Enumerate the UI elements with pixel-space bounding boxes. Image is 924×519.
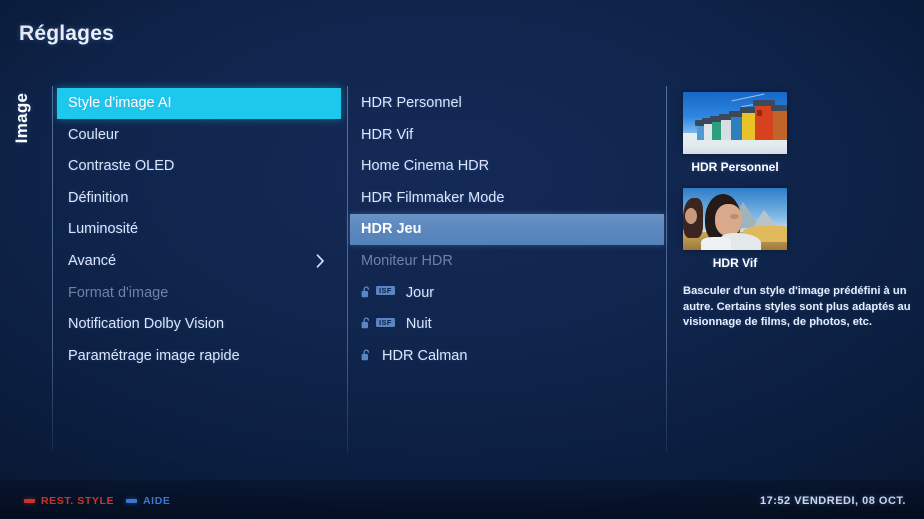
style-option-label: Moniteur HDR xyxy=(361,252,453,269)
preview-thumbnail-1: HDR Personnel xyxy=(683,92,908,174)
style-option-label: HDR Vif xyxy=(361,126,414,143)
footer-hint-label: REST. STYLE xyxy=(41,495,115,507)
menu-item-label: Notification Dolby Vision xyxy=(68,316,225,333)
lock-prefix xyxy=(361,349,371,361)
blue-key-icon xyxy=(126,499,137,503)
tv-settings-screen: Réglages Image Style d'image AI Couleur … xyxy=(0,0,924,519)
picture-style-list: HDR Personnel HDR Vif Home Cinema HDR HD… xyxy=(350,88,664,372)
page-title: Réglages xyxy=(19,22,114,45)
divider-left xyxy=(52,86,53,452)
style-option-nuit[interactable]: ISF Nuit xyxy=(350,309,664,340)
menu-item-style-image-ai[interactable]: Style d'image AI xyxy=(57,88,341,119)
footer-bar: REST. STYLE AIDE 17:52 VENDREDI, 08 OCT. xyxy=(0,480,924,519)
category-label-image: Image xyxy=(12,92,31,144)
footer-hint-reset-style[interactable]: REST. STYLE xyxy=(24,495,114,507)
menu-item-label: Style d'image AI xyxy=(68,95,172,111)
menu-item-luminosite[interactable]: Luminosité xyxy=(57,214,341,245)
beach-huts-photo xyxy=(683,92,787,154)
lock-isf-prefix: ISF xyxy=(361,285,395,298)
style-option-hdr-calman[interactable]: HDR Calman xyxy=(350,341,664,372)
preview-panel: HDR Personnel HDR Vif Basculer d'un styl… xyxy=(683,92,911,331)
style-option-home-cinema-hdr[interactable]: Home Cinema HDR xyxy=(350,151,664,182)
style-option-moniteur-hdr: Moniteur HDR xyxy=(350,246,664,277)
menu-item-avance[interactable]: Avancé xyxy=(57,246,341,277)
menu-item-notification-dolby-vision[interactable]: Notification Dolby Vision xyxy=(57,309,341,340)
menu-item-couleur[interactable]: Couleur xyxy=(57,120,341,151)
footer-hint-aide[interactable]: AIDE xyxy=(126,495,171,507)
menu-item-label: Paramétrage image rapide xyxy=(68,347,240,364)
style-option-label: Home Cinema HDR xyxy=(361,158,490,175)
style-option-hdr-jeu[interactable]: HDR Jeu xyxy=(350,214,664,246)
style-option-label: HDR Personnel xyxy=(361,95,462,111)
menu-item-label: Définition xyxy=(68,189,129,206)
unlock-icon xyxy=(361,349,371,361)
lock-isf-prefix: ISF xyxy=(361,317,395,329)
preview-thumbnail-2: HDR Vif xyxy=(683,188,908,270)
style-option-hdr-vif[interactable]: HDR Vif xyxy=(350,120,664,151)
preview-description: Basculer d'un style d'image prédéfini à … xyxy=(683,285,911,328)
style-option-label: Jour xyxy=(405,284,435,301)
preview-caption: HDR Personnel xyxy=(691,160,779,174)
divider-right xyxy=(666,86,667,452)
menu-item-definition[interactable]: Définition xyxy=(57,183,341,214)
clock: 17:52 VENDREDI, 08 OCT. xyxy=(760,495,906,507)
menu-item-label: Contraste OLED xyxy=(68,158,175,175)
menu-item-parametrage-image-rapide[interactable]: Paramétrage image rapide xyxy=(57,341,341,372)
style-option-label: HDR Calman xyxy=(382,347,468,364)
red-key-icon xyxy=(24,499,35,503)
menu-item-format-image: Format d'image xyxy=(57,278,341,309)
menu-item-contraste-oled[interactable]: Contraste OLED xyxy=(57,151,341,182)
style-option-label: HDR Filmmaker Mode xyxy=(361,189,505,206)
menu-item-label: Avancé xyxy=(68,252,117,269)
style-option-jour[interactable]: ISF Jour xyxy=(350,278,664,309)
menu-item-label: Luminosité xyxy=(68,221,139,238)
style-option-label: HDR Jeu xyxy=(361,221,422,238)
preview-caption: HDR Vif xyxy=(712,256,758,270)
style-option-hdr-filmmaker-mode[interactable]: HDR Filmmaker Mode xyxy=(350,183,664,214)
style-option-label: Nuit xyxy=(405,316,432,333)
isf-badge: ISF xyxy=(376,285,395,296)
unlock-icon xyxy=(361,317,371,329)
isf-badge: ISF xyxy=(376,317,395,328)
settings-menu-left: Style d'image AI Couleur Contraste OLED … xyxy=(57,88,341,372)
chevron-right-icon xyxy=(316,246,325,277)
girl-portrait-photo xyxy=(683,188,787,250)
style-option-hdr-personnel[interactable]: HDR Personnel xyxy=(350,88,664,119)
unlock-icon xyxy=(361,286,371,298)
footer-hint-label: AIDE xyxy=(143,495,171,507)
menu-item-label: Format d'image xyxy=(68,284,169,301)
menu-item-label: Couleur xyxy=(68,126,119,143)
divider-middle xyxy=(347,86,348,452)
